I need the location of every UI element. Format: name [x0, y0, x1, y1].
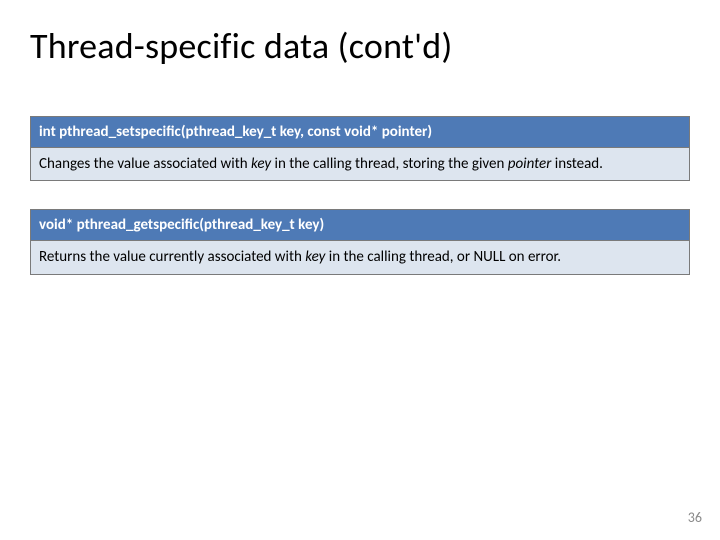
desc-text: in the calling thread, or NULL on error.	[325, 248, 561, 266]
desc-emphasis: key	[251, 155, 271, 173]
function-signature: void* pthread_getspecific(pthread_key_t …	[31, 210, 689, 241]
desc-emphasis: pointer	[508, 155, 552, 173]
page-number: 36	[688, 509, 702, 526]
desc-text: in the calling thread, storing the given	[271, 155, 508, 173]
slide: Thread-specific data (cont'd) int pthrea…	[0, 0, 720, 540]
api-block-getspecific: void* pthread_getspecific(pthread_key_t …	[30, 209, 690, 274]
slide-title: Thread-specific data (cont'd)	[30, 24, 690, 68]
desc-text: instead.	[551, 155, 603, 173]
desc-text: Changes the value associated with	[39, 155, 251, 173]
function-description: Changes the value associated with key in…	[31, 148, 689, 180]
desc-text: Returns the value currently associated w…	[39, 248, 305, 266]
function-description: Returns the value currently associated w…	[31, 241, 689, 273]
function-signature: int pthread_setspecific(pthread_key_t ke…	[31, 117, 689, 148]
desc-emphasis: key	[305, 248, 325, 266]
api-block-setspecific: int pthread_setspecific(pthread_key_t ke…	[30, 116, 690, 181]
